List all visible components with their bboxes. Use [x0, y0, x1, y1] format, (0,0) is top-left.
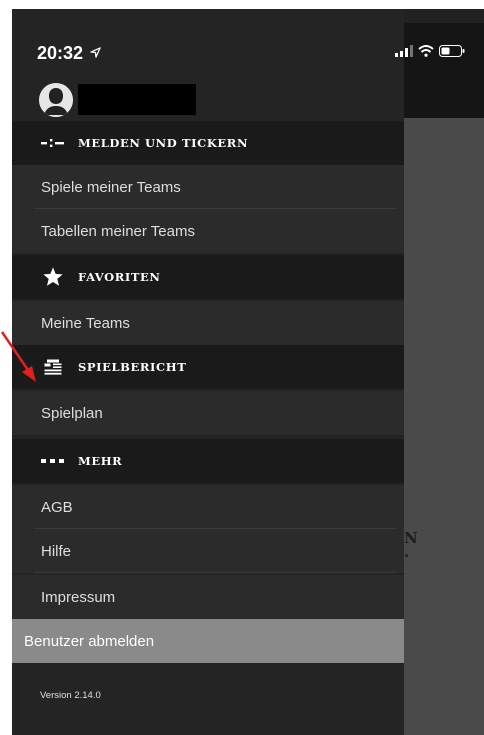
wifi-icon: [418, 45, 434, 57]
section-spielbericht: SPIELBERICHT: [12, 345, 404, 389]
status-icons: [395, 45, 465, 57]
status-bar: 20:32: [12, 9, 484, 69]
section-mehr: MEHR: [12, 439, 404, 483]
menu-item-hilfe[interactable]: Hilfe: [12, 529, 404, 573]
app-version: Version 2.14.0: [40, 690, 101, 701]
menu-item-label: Hilfe: [41, 542, 72, 560]
background-text-line2: .: [404, 543, 410, 561]
app-content-background: [404, 118, 484, 735]
menu-item-label: Impressum: [41, 588, 116, 606]
logout-button[interactable]: Benutzer abmelden: [12, 619, 404, 663]
battery-icon: [439, 45, 465, 57]
annotation-arrow-icon: [0, 331, 36, 382]
avatar-icon[interactable]: [39, 83, 73, 117]
menu-item-label: AGB: [41, 498, 73, 516]
menu-item-spielplan[interactable]: Spielplan: [12, 391, 404, 435]
menu-item-tabellen-meiner-teams[interactable]: Tabellen meiner Teams: [12, 209, 404, 253]
section-title: MELDEN UND TICKERN: [78, 136, 249, 150]
menu-item-label: Spielplan: [41, 404, 103, 422]
section-title: MEHR: [78, 454, 123, 468]
menu-item-spiele-meiner-teams[interactable]: Spiele meiner Teams: [12, 165, 404, 209]
background-partial-text: ​N .: [404, 531, 418, 561]
menu-item-impressum[interactable]: Impressum: [12, 575, 404, 619]
logout-label: Benutzer abmelden: [24, 632, 155, 650]
more-icon: [38, 458, 68, 464]
signal-icon: [395, 45, 413, 57]
section-favoriten: FAVORITEN: [12, 255, 404, 299]
ticker-icon: [38, 138, 68, 148]
section-melden-und-tickern: MELDEN UND TICKERN: [12, 121, 404, 165]
redacted-username: [78, 84, 196, 115]
status-time: 20:32: [37, 43, 101, 64]
star-icon: [38, 266, 68, 288]
menu-item-agb[interactable]: AGB: [12, 485, 404, 529]
menu-item-label: Meine Teams: [41, 314, 130, 332]
menu-item-label: Spiele meiner Teams: [41, 178, 181, 196]
section-title: SPIELBERICHT: [78, 360, 187, 374]
section-title: FAVORITEN: [78, 270, 161, 284]
menu-item-label: Tabellen meiner Teams: [41, 222, 195, 240]
location-arrow-icon: [90, 47, 101, 58]
menu-item-meine-teams[interactable]: Meine Teams: [12, 301, 404, 345]
